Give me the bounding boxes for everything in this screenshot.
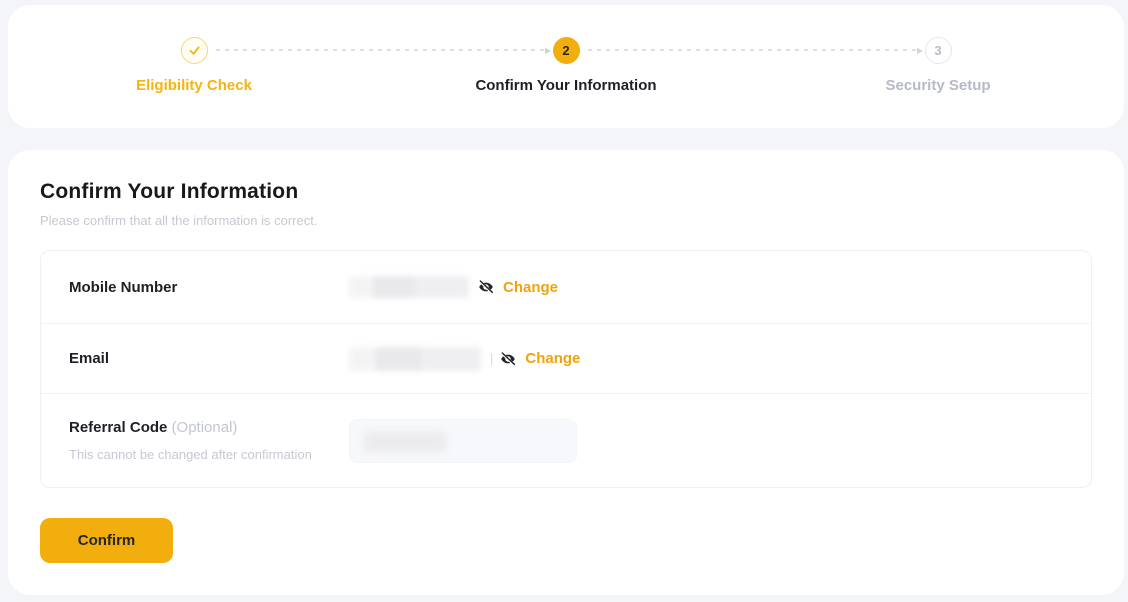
stepper-connector-arrow-right-icon bbox=[588, 49, 916, 51]
redaction-edge-mark: | bbox=[490, 351, 493, 366]
referral-code-label-text: Referral Code bbox=[69, 419, 167, 436]
redacted-mobile-value bbox=[349, 276, 469, 298]
page-title: Confirm Your Information bbox=[40, 180, 1092, 204]
step-security-setup: 3 Security Setup bbox=[752, 5, 1124, 128]
step-2-indicator: 2 bbox=[553, 37, 580, 64]
stepper-card: Eligibility Check 2 Confirm Your Informa… bbox=[8, 5, 1124, 128]
referral-code-label: Referral Code (Optional) bbox=[69, 419, 349, 436]
redacted-referral-value bbox=[364, 432, 446, 452]
change-email-link[interactable]: Change bbox=[525, 350, 580, 367]
mobile-number-row: Mobile Number Change bbox=[41, 251, 1091, 323]
change-mobile-link[interactable]: Change bbox=[503, 279, 558, 296]
page-subtitle: Please confirm that all the information … bbox=[40, 213, 1092, 228]
step-3-label: Security Setup bbox=[885, 77, 990, 94]
referral-code-row: Referral Code (Optional) This cannot be … bbox=[41, 393, 1091, 487]
mobile-number-label: Mobile Number bbox=[69, 279, 349, 296]
confirm-information-panel: Confirm Your Information Please confirm … bbox=[8, 150, 1124, 595]
step-confirm-information: 2 Confirm Your Information bbox=[380, 5, 752, 128]
stepper-connector-arrow-right-icon bbox=[216, 49, 544, 51]
information-summary-box: Mobile Number Change Email | Change bbox=[40, 250, 1092, 488]
optional-tag: (Optional) bbox=[172, 419, 238, 436]
referral-code-input[interactable] bbox=[349, 419, 577, 463]
redacted-email-value bbox=[349, 347, 481, 371]
email-label: Email bbox=[69, 350, 349, 367]
step-1-indicator bbox=[181, 37, 208, 64]
confirm-button[interactable]: Confirm bbox=[40, 518, 173, 563]
mobile-number-value: Change bbox=[349, 276, 558, 298]
eye-off-icon[interactable] bbox=[478, 279, 494, 295]
eye-off-icon[interactable] bbox=[500, 351, 516, 367]
email-row: Email | Change bbox=[41, 323, 1091, 393]
step-eligibility-check: Eligibility Check bbox=[8, 5, 380, 128]
check-icon bbox=[188, 44, 201, 57]
referral-code-labels: Referral Code (Optional) This cannot be … bbox=[69, 419, 349, 462]
signup-stepper: Eligibility Check 2 Confirm Your Informa… bbox=[8, 5, 1124, 128]
step-1-label: Eligibility Check bbox=[136, 77, 252, 94]
email-value: | Change bbox=[349, 347, 580, 371]
step-2-label: Confirm Your Information bbox=[475, 77, 656, 94]
referral-code-note: This cannot be changed after confirmatio… bbox=[69, 447, 349, 462]
step-3-indicator: 3 bbox=[925, 37, 952, 64]
